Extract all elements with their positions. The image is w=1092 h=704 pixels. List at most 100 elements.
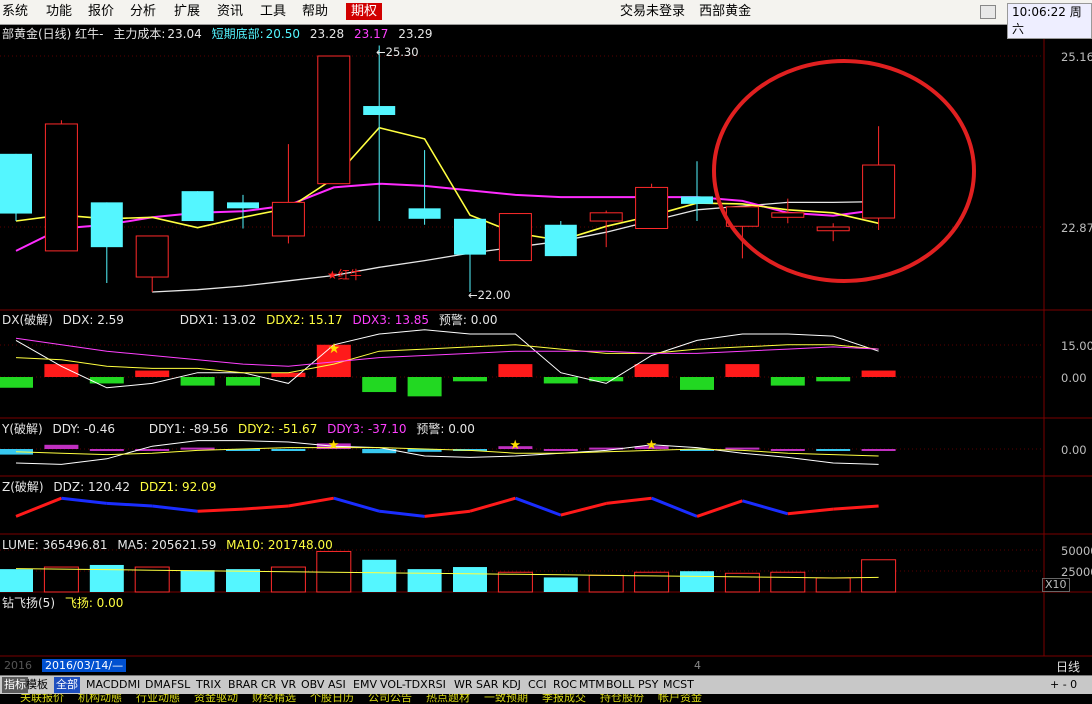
volume-multiplier: X10: [1042, 578, 1070, 592]
bottom-item[interactable]: 资金驱动: [194, 694, 238, 704]
period-selector[interactable]: 日线: [1046, 659, 1090, 675]
ddx3-line: [15, 337, 879, 367]
login-status[interactable]: 交易未登录: [620, 4, 685, 19]
menu-analysis[interactable]: 分析: [130, 3, 156, 20]
ddx-bar: [543, 377, 578, 384]
candle-body: [363, 106, 396, 115]
ddz-segment: [514, 496, 562, 517]
bottom-item[interactable]: 关联报价: [20, 694, 64, 704]
ddy-bar: [180, 447, 215, 450]
fly-pane-info: 钻飞扬(5) 飞扬: 0.00: [2, 595, 129, 611]
tab-fsl[interactable]: FSL: [169, 677, 192, 693]
bottom-item[interactable]: 公司公告: [368, 694, 412, 704]
ma-value-2: 23.17: [354, 27, 389, 41]
menu-news[interactable]: 资讯: [217, 3, 243, 20]
menu-system[interactable]: 系统: [2, 3, 28, 20]
volume-bar: [270, 566, 306, 593]
high-price-note: ←25.30: [376, 45, 419, 59]
ddz-segment: [15, 496, 62, 518]
volume-bar: [634, 571, 670, 593]
tab-all[interactable]: 全部: [54, 677, 80, 693]
chart-canvas[interactable]: ★ ★ ★ ★: [0, 0, 1092, 704]
ddx-bar: [226, 377, 260, 386]
bottom-item[interactable]: 帐户资金: [658, 694, 702, 704]
ddx1-value: DDX1: 13.02: [179, 313, 257, 327]
ddy-value: DDY: -0.46: [52, 422, 115, 436]
highlight-circle: [712, 59, 976, 283]
tab-boll[interactable]: BOLL: [604, 677, 636, 693]
volume-bar: [815, 577, 851, 593]
window-control-button[interactable]: [980, 5, 996, 19]
bottom-item[interactable]: 季报成交: [542, 694, 586, 704]
volume-bar: [588, 574, 624, 593]
menu-help[interactable]: 帮助: [302, 3, 328, 20]
ddz-segment: [379, 509, 425, 518]
tab-psy[interactable]: PSY: [636, 677, 660, 693]
zoom-controls[interactable]: + - 0: [1050, 677, 1077, 693]
tab-mcst[interactable]: MCST: [661, 677, 696, 693]
candle-body: [408, 208, 441, 219]
fly-name: 钻飞扬(5): [2, 596, 55, 610]
ddx1-line: [15, 329, 879, 389]
bottom-item[interactable]: 个股日历: [310, 694, 354, 704]
menu-options[interactable]: 期权: [346, 3, 383, 20]
menu-tools[interactable]: 工具: [260, 3, 286, 20]
bottom-item[interactable]: 持仓股份: [600, 694, 644, 704]
tab-sar[interactable]: SAR: [474, 677, 500, 693]
ddz-segment: [424, 509, 471, 518]
tab-wr[interactable]: WR: [452, 677, 475, 693]
volume-bar: [770, 571, 806, 593]
menu-extend[interactable]: 扩展: [174, 3, 200, 20]
tab-kdj[interactable]: KDJ: [500, 677, 523, 693]
tab-trix[interactable]: TRIX: [194, 677, 223, 693]
ddz-pane-info: Z(破解) DDZ: 120.42 DDZ1: 92.09: [2, 479, 222, 495]
tab-cr[interactable]: CR: [259, 677, 278, 693]
menu-function[interactable]: 功能: [46, 3, 72, 20]
ddz1-value: DDZ1: 92.09: [139, 480, 217, 494]
tab-roc[interactable]: ROC: [551, 677, 579, 693]
volume-bar: [407, 569, 442, 592]
bottom-item[interactable]: 机构动態: [78, 694, 122, 704]
ddz-segment: [651, 496, 698, 518]
candle-body: [317, 55, 351, 185]
ddz-segment: [197, 507, 244, 513]
tab-asi[interactable]: ASI: [326, 677, 348, 693]
ddz-segment: [288, 496, 335, 508]
tab-vol-tdx[interactable]: VOL-TDX: [378, 677, 430, 693]
volume-ma5: MA5: 205621.59: [117, 538, 217, 552]
tab-template[interactable]: 模板: [24, 677, 50, 693]
tab-cci[interactable]: CCI: [526, 677, 549, 693]
candle-body: [44, 123, 78, 252]
ddy-axis-0: 0.00: [1061, 443, 1087, 457]
bottom-item[interactable]: 一致预期: [484, 694, 528, 704]
ddy-bar: [770, 449, 805, 451]
candle-body: [544, 224, 577, 257]
candle-body: [181, 191, 214, 222]
candle-body: [816, 226, 850, 232]
menu-quotes[interactable]: 报价: [88, 3, 114, 20]
volume-bar: [0, 569, 33, 592]
volume-axis-50000: 50000: [1061, 544, 1092, 558]
price-axis-low: 22.87: [1061, 221, 1092, 235]
ddz-segment: [606, 496, 652, 505]
tab-vr[interactable]: VR: [279, 677, 298, 693]
indicator-tab-bar: 指标 模板 全部 MACD DMI DMA FSL TRIX BRAR CR V…: [0, 675, 1092, 694]
tab-dmi[interactable]: DMI: [117, 677, 142, 693]
date-current[interactable]: 2016/03/14/—: [42, 659, 127, 672]
bottom-item[interactable]: 行业动態: [136, 694, 180, 704]
candle-body: [90, 202, 123, 248]
tab-mtm[interactable]: MTM: [577, 677, 607, 693]
ddy-warn-value: 预警: 0.00: [416, 422, 475, 436]
ddz-segment: [152, 504, 198, 513]
ddy-bar: [271, 449, 306, 451]
tab-brar[interactable]: BRAR: [226, 677, 260, 693]
tab-emv[interactable]: EMV: [351, 677, 379, 693]
tab-macd[interactable]: MACD: [84, 677, 121, 693]
ddz-segment: [106, 501, 153, 508]
date-left: 2016: [4, 659, 32, 672]
tab-obv[interactable]: OBV: [299, 677, 326, 693]
bottom-item[interactable]: 财经精选: [252, 694, 296, 704]
bottom-item[interactable]: 热点题材: [426, 694, 470, 704]
main-pane-info: 部黄金(日线) 红牛- 主力成本: 23.04 短期底部: 20.50 23.28 …: [2, 26, 439, 42]
tab-rsi[interactable]: RSI: [426, 677, 448, 693]
